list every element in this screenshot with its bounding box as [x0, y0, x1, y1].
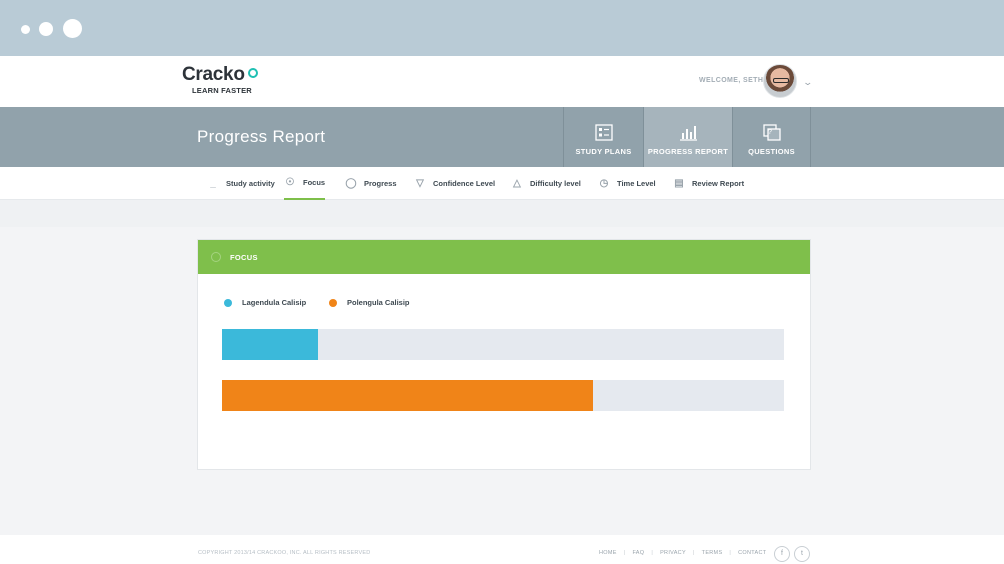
- tab-focus[interactable]: ☉ Focus: [284, 167, 326, 200]
- focus-icon: ☉: [285, 177, 295, 188]
- report-icon: ▤: [674, 178, 684, 189]
- bar-track: [222, 380, 784, 411]
- footer-link-terms[interactable]: TERMS: [702, 550, 723, 556]
- tab-confidence-level[interactable]: ▽ Confidence Level: [414, 167, 495, 200]
- page-title: Progress Report: [197, 127, 326, 146]
- legend-item: Lagendula Calisip: [224, 298, 306, 307]
- tab-study-activity[interactable]: _ Study activity: [207, 167, 275, 200]
- site-header: Cracko LEARN FASTER WELCOME, SETH ⌄: [0, 56, 1004, 107]
- svg-text:?: ?: [768, 129, 772, 136]
- facebook-icon[interactable]: f: [774, 546, 790, 562]
- study-plans-icon: [594, 124, 613, 141]
- weight-icon: △: [513, 178, 521, 189]
- legend-swatch-1: [329, 298, 337, 307]
- clock-icon: ◷: [599, 178, 609, 189]
- window-dot-small[interactable]: [21, 25, 30, 34]
- card-title: FOCUS: [230, 253, 258, 262]
- footer-link-home[interactable]: HOME: [599, 550, 617, 556]
- tab-time-level[interactable]: ◷ Time Level: [598, 167, 656, 200]
- bar-fill-1: [222, 380, 593, 411]
- bar-chart-icon: [680, 126, 697, 141]
- card-header: FOCUS: [198, 240, 810, 274]
- focus-card: FOCUS Lagendula Calisip Polengula Calisi…: [197, 239, 811, 470]
- nav-label: STUDY PLANS: [575, 147, 632, 156]
- site-footer: COPYRIGHT 2013/14 CRACKOO, INC. ALL RIGH…: [0, 535, 1004, 564]
- legend-label: Lagendula Calisip: [242, 298, 307, 307]
- tab-label: Time Level: [617, 179, 656, 188]
- bar-fill-0: [222, 329, 318, 360]
- legend-item: Polengula Calisip: [329, 298, 410, 307]
- nav-progress-report[interactable]: PROGRESS REPORT: [643, 107, 732, 167]
- nav-study-plans[interactable]: STUDY PLANS: [563, 107, 643, 167]
- tab-label: Progress: [364, 179, 397, 188]
- tab-label: Focus: [303, 178, 326, 187]
- footer-link-privacy[interactable]: PRIVACY: [660, 550, 686, 556]
- tab-difficulty-level[interactable]: △ Difficulty level: [511, 167, 581, 200]
- twitter-icon[interactable]: t: [794, 546, 810, 562]
- tab-review-report[interactable]: ▤ Review Report: [673, 167, 744, 200]
- logo[interactable]: Cracko LEARN FASTER: [182, 65, 258, 95]
- logo-text: Cracko: [182, 64, 245, 85]
- tab-label: Study activity: [226, 179, 275, 188]
- legend-label: Polengula Calisip: [347, 298, 410, 307]
- window-dot-medium[interactable]: [39, 22, 53, 36]
- window-dot-large[interactable]: [63, 19, 82, 38]
- nav-questions[interactable]: ? QUESTIONS: [732, 107, 811, 167]
- footer-link-faq[interactable]: FAQ: [632, 550, 644, 556]
- activity-icon: _: [210, 178, 216, 189]
- tab-label: Review Report: [692, 179, 745, 188]
- logo-ring-icon: [247, 68, 258, 78]
- tab-progress[interactable]: ◯ Progress: [345, 167, 397, 200]
- welcome-text: WELCOME, SETH: [699, 77, 764, 84]
- copyright: COPYRIGHT 2013/14 CRACKOO, INC. ALL RIGH…: [198, 550, 371, 556]
- focus-icon: [211, 252, 221, 262]
- tab-label: Difficulty level: [530, 179, 581, 188]
- report-tabs: _ Study activity ☉ Focus ◯ Progress ▽ Co…: [0, 167, 1004, 200]
- shield-icon: ▽: [416, 178, 424, 189]
- bar-track: [222, 329, 784, 360]
- nav-band: Progress Report STUDY PLANS PROGRESS REP…: [0, 107, 1004, 167]
- tab-label: Confidence Level: [433, 179, 496, 188]
- footer-link-contact[interactable]: CONTACT: [738, 550, 766, 556]
- chevron-down-icon[interactable]: ⌄: [802, 77, 813, 88]
- window-titlebar: [0, 0, 1004, 56]
- questions-icon: ?: [762, 124, 781, 141]
- avatar[interactable]: [763, 64, 797, 98]
- nav-label: PROGRESS REPORT: [647, 147, 729, 156]
- logo-tagline: LEARN FASTER: [192, 86, 252, 95]
- footer-links: HOME | FAQ | PRIVACY | TERMS | CONTACT: [599, 550, 767, 556]
- progress-icon: ◯: [345, 178, 357, 189]
- nav-label: QUESTIONS: [748, 147, 795, 156]
- divider-strip: [0, 200, 1004, 227]
- legend-swatch-0: [224, 298, 232, 307]
